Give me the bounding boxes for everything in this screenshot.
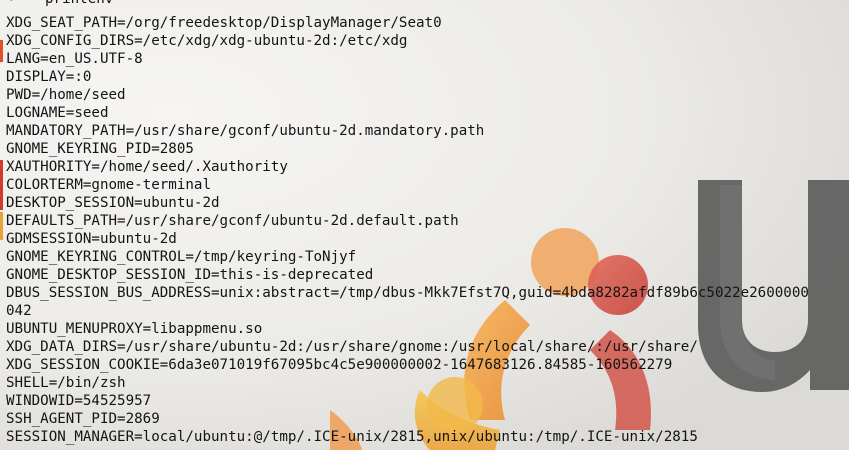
terminal-output-line: XDG_DATA_DIRS=/usr/share/ubuntu-2d:/usr/… [6,339,698,355]
terminal-output-line: DISPLAY=:0 [6,69,92,85]
terminal-output-line: GDMSESSION=ubuntu-2d [6,231,177,247]
shell-prompt: ➜ ~ printenv [0,0,113,8]
terminal-output-line: GNOME_KEYRING_PID=2805 [6,141,194,157]
terminal-output-line: XDG_CONFIG_DIRS=/etc/xdg/xdg-ubuntu-2d:/… [6,33,408,49]
terminal-output-line: GNOME_DESKTOP_SESSION_ID=this-is-depreca… [6,267,374,283]
terminal-output-line: WINDOWID=54525957 [6,393,152,409]
terminal-output-line: 042 [6,303,32,319]
terminal-output-line: GNOME_KEYRING_CONTROL=/tmp/keyring-ToNjy… [6,249,357,265]
terminal-output-line: SSH_AGENT_PID=2869 [6,411,160,427]
terminal-output-line: XDG_SEAT_PATH=/org/freedesktop/DisplayMa… [6,15,442,31]
terminal-output-line: PWD=/home/seed [6,87,126,103]
prompt-arrow-icon: ➜ [6,0,21,8]
terminal-output-line: DBUS_SESSION_BUS_ADDRESS=unix:abstract=/… [6,285,809,301]
terminal-output-line: LANG=en_US.UTF-8 [6,51,143,67]
terminal-output-line: DESKTOP_SESSION=ubuntu-2d [6,195,220,211]
prompt-cwd: ~ [21,0,45,8]
terminal-output-line: UBUNTU_MENUPROXY=libappmenu.so [6,321,263,337]
terminal-output-line: LOGNAME=seed [6,105,109,121]
terminal-window[interactable]: ➜ ~ printenv XDG_SEAT_PATH=/org/freedesk… [0,0,849,450]
terminal-output-line: COLORTERM=gnome-terminal [6,177,211,193]
terminal-output-line: MANDATORY_PATH=/usr/share/gconf/ubuntu-2… [6,123,485,139]
terminal-output-line: SHELL=/bin/zsh [6,375,126,391]
prompt-command: printenv [45,0,113,8]
terminal-output-line: DEFAULTS_PATH=/usr/share/gconf/ubuntu-2d… [6,213,459,229]
terminal-output-line: SESSION_MANAGER=local/ubuntu:@/tmp/.ICE-… [6,429,698,445]
terminal-output-line: XAUTHORITY=/home/seed/.Xauthority [6,159,288,175]
terminal-output-line: XDG_SESSION_COOKIE=6da3e071019f67095bc4c… [6,357,673,373]
